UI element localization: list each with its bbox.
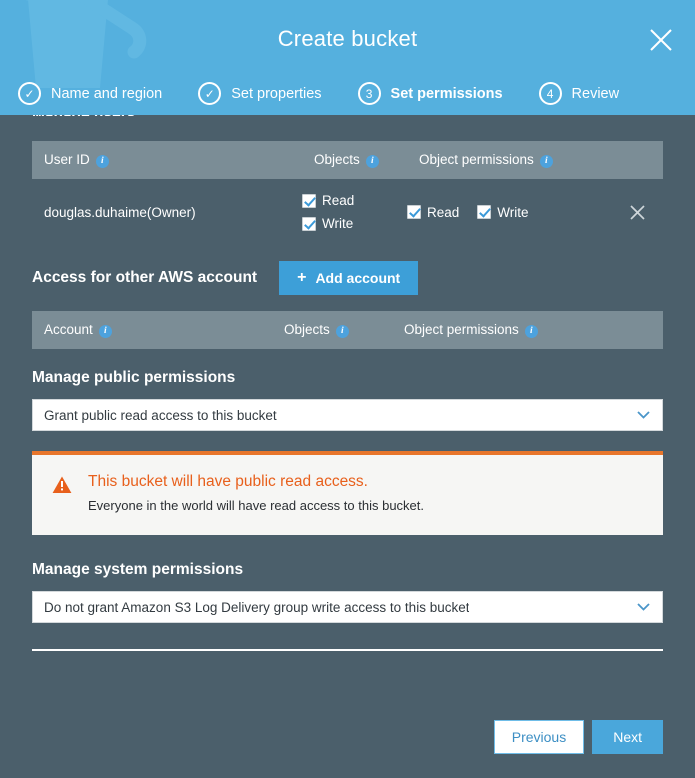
create-bucket-modal: Create bucket ✓ Name and region ✓ Set pr… — [0, 0, 695, 778]
column-label: User ID — [44, 152, 90, 168]
step-label: Set properties — [231, 85, 322, 102]
info-icon[interactable]: i — [524, 324, 538, 338]
accounts-table-header-row: Account i Objects i Object permissions i — [32, 311, 663, 349]
info-icon[interactable]: i — [539, 154, 553, 168]
object-permissions-cell: Read Write — [407, 179, 663, 245]
step-marker-number: 3 — [357, 82, 381, 105]
next-button[interactable]: Next — [592, 720, 663, 754]
checkbox-objects-write[interactable]: Write — [302, 216, 407, 231]
column-label: Object permissions — [419, 152, 534, 168]
step-review[interactable]: 4 Review — [538, 82, 620, 105]
step-label: Review — [571, 85, 620, 102]
close-icon[interactable] — [645, 24, 677, 56]
step-name-and-region[interactable]: ✓ Name and region — [18, 82, 162, 105]
objects-cell: Read Write — [302, 179, 407, 245]
alert-body: Everyone in the world will have read acc… — [88, 498, 425, 514]
modal-footer: Previous Next — [0, 704, 695, 778]
column-label: Account — [44, 322, 93, 338]
public-permissions-select[interactable]: Grant public read access to this bucket — [32, 399, 663, 431]
manage-system-permissions-heading: Manage system permissions — [32, 561, 244, 579]
footer-divider — [32, 649, 663, 652]
system-permissions-select[interactable]: Do not grant Amazon S3 Log Delivery grou… — [32, 591, 663, 624]
info-icon[interactable]: i — [98, 324, 112, 338]
warning-triangle-icon — [52, 476, 72, 499]
plus-icon: + — [297, 269, 307, 286]
add-account-label: Add account — [315, 270, 401, 286]
wizard-steps: ✓ Name and region ✓ Set properties 3 Set… — [0, 82, 695, 105]
step-label: Name and region — [51, 85, 163, 102]
column-label: Objects — [284, 322, 330, 338]
users-table-header-row: User ID i Objects i Object permissions i — [32, 141, 663, 179]
column-header-object-permissions: Object permissions i — [407, 141, 663, 179]
add-account-button[interactable]: + Add account — [279, 261, 419, 295]
access-other-account-label: Access for other AWS account — [32, 269, 258, 286]
step-set-properties[interactable]: ✓ Set properties — [198, 82, 322, 105]
checkbox-label: Read — [322, 193, 355, 208]
step-label: Set permissions — [390, 85, 503, 102]
column-header-user-id: User ID i — [32, 141, 302, 179]
checkbox-label: Write — [497, 204, 529, 220]
user-id-cell: douglas.duhaime(Owner) — [32, 179, 302, 245]
column-header-objects: Objects i — [272, 311, 392, 349]
step-set-permissions[interactable]: 3 Set permissions — [357, 82, 503, 105]
public-permissions-selected-value: Grant public read access to this bucket — [44, 407, 277, 423]
access-other-account-row: Access for other AWS account + Add accou… — [32, 261, 663, 295]
alert-text-block: This bucket will have public read access… — [88, 472, 424, 515]
step-marker-checked-icon: ✓ — [18, 82, 41, 105]
info-icon[interactable]: i — [365, 154, 379, 168]
users-table: User ID i Objects i Object permissions i do… — [32, 141, 663, 245]
checkbox-permissions-read[interactable]: Read — [407, 205, 459, 220]
checkbox-permissions-write[interactable]: Write — [477, 204, 529, 220]
checkbox-label: Write — [322, 216, 354, 231]
column-header-account: Account i — [32, 311, 272, 349]
checkbox-box[interactable] — [302, 193, 316, 208]
chevron-down-icon — [637, 598, 650, 616]
public-access-warning-alert: This bucket will have public read access… — [32, 451, 663, 536]
column-header-object-permissions: Object permissions i — [392, 311, 663, 349]
modal-header: Create bucket ✓ Name and region ✓ Set pr… — [0, 0, 695, 115]
step-marker-number: 4 — [538, 82, 562, 105]
manage-users-heading: Manage users — [32, 115, 135, 116]
checkbox-objects-read[interactable]: Read — [302, 193, 407, 208]
checkbox-label: Read — [427, 204, 460, 220]
checkbox-box[interactable] — [477, 205, 492, 219]
modal-body: Manage users User ID i Objects i Object pe… — [0, 115, 695, 704]
step-marker-checked-icon: ✓ — [198, 82, 222, 105]
table-row: douglas.duhaime(Owner) Read Write Read W… — [32, 179, 663, 245]
user-id-value: douglas.duhaime(Owner) — [44, 204, 196, 220]
checkbox-box[interactable] — [302, 216, 316, 231]
chevron-down-icon — [637, 406, 650, 424]
accounts-table: Account i Objects i Object permissions i — [32, 311, 663, 349]
column-label: Object permissions — [404, 322, 519, 338]
column-header-objects: Objects i — [302, 141, 407, 179]
checkbox-box[interactable] — [407, 205, 421, 219]
system-permissions-selected-value: Do not grant Amazon S3 Log Delivery grou… — [44, 599, 470, 615]
info-icon[interactable]: i — [335, 324, 349, 338]
info-icon[interactable]: i — [95, 154, 109, 168]
page-title: Create bucket — [277, 26, 418, 51]
remove-user-icon[interactable] — [623, 198, 651, 226]
column-label: Objects — [314, 152, 360, 168]
previous-button[interactable]: Previous — [493, 720, 585, 754]
alert-title: This bucket will have public read access… — [88, 473, 368, 490]
manage-public-permissions-heading: Manage public permissions — [32, 369, 236, 386]
